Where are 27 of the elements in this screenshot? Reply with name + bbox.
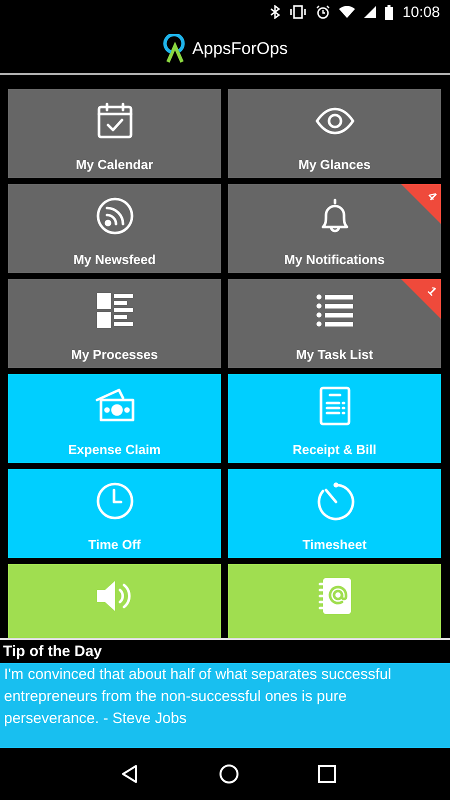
recents-icon	[318, 765, 336, 783]
app-tile[interactable]	[228, 564, 441, 638]
app-title: AppsForOps	[192, 38, 288, 58]
tip-text: I'm convinced that about half of what separates successful entrepreneurs from the non-successful ones is pure perseverance. - Steve Jobs	[4, 665, 392, 729]
back-icon	[120, 764, 140, 784]
stopwatch-icon	[314, 481, 354, 521]
calendar-icon	[94, 101, 134, 141]
signal-icon	[364, 6, 376, 18]
alarm-icon	[316, 5, 330, 19]
app-tile[interactable]: My Newsfeed	[8, 184, 221, 273]
battery-icon	[385, 4, 394, 20]
app-tile[interactable]: My Calendar	[8, 89, 221, 178]
clock-icon	[94, 481, 134, 521]
layout-icon	[94, 291, 134, 331]
app-tile[interactable]: My Processes	[8, 279, 221, 368]
rss-icon	[94, 196, 134, 236]
vibrate-icon	[289, 5, 308, 19]
app-tile[interactable]: My Glances	[228, 89, 441, 178]
wifi-icon	[339, 6, 356, 18]
bluetooth-icon	[270, 5, 280, 19]
app-tile[interactable]: My Notifications 4	[228, 184, 441, 273]
count-badge: 4	[401, 184, 441, 224]
clock-time: 10:08	[402, 4, 440, 20]
app-tile[interactable]	[8, 564, 221, 638]
app-tile[interactable]: My Task List 1	[228, 279, 441, 368]
count-badge: 1	[401, 279, 441, 319]
home-icon	[218, 764, 238, 784]
